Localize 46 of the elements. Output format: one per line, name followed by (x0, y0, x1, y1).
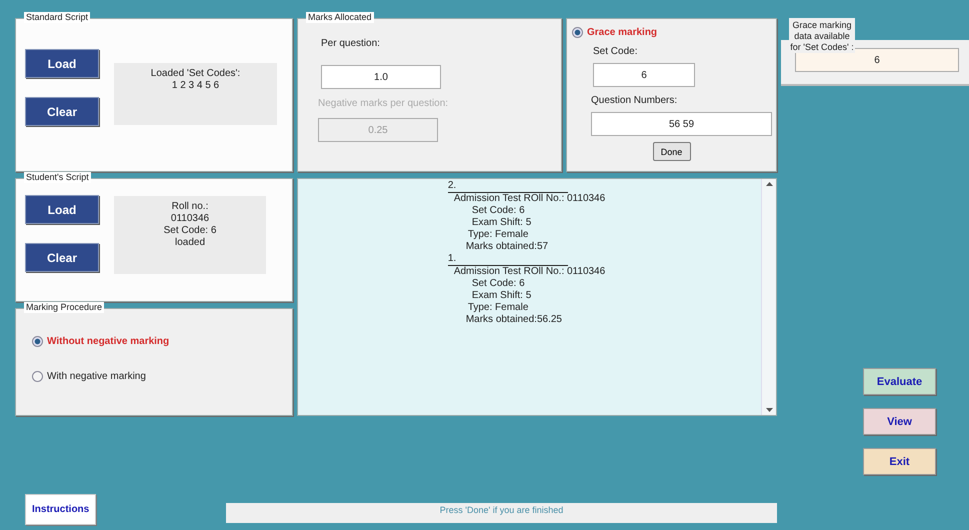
entry-number: 1. (448, 253, 568, 266)
set-code-field[interactable]: 6 (593, 63, 695, 87)
log-line: Exam Shift: 5 (472, 217, 532, 229)
field-label: Per question: (321, 38, 380, 49)
info-text: loaded (174, 237, 206, 249)
marking-option-radio[interactable]: Without negative marking (32, 336, 170, 347)
grace-data-label: Grace marking data available for 'Set Codes' : (789, 18, 855, 53)
question-numbers-field[interactable]: 56 59 (591, 112, 772, 136)
log-line: Admission Test ROll No.: 0110346 (454, 266, 606, 278)
info-text: 0110346 (170, 213, 210, 225)
log-line: Exam Shift: 5 (472, 290, 532, 302)
info-text: Set Code: 6 (164, 225, 216, 237)
scroll-down-icon[interactable] (766, 408, 772, 412)
clear-button[interactable]: Clear (25, 243, 99, 272)
entry-number: 2. (448, 180, 568, 193)
instructions-button[interactable]: Instructions (25, 494, 96, 525)
scroll-up-icon[interactable] (766, 182, 772, 186)
log-line: Set Code: 6 (472, 278, 525, 290)
info-text: Loaded 'Set Codes': (150, 68, 240, 80)
panel-title: Student's Script (24, 172, 91, 183)
field-label: Negative marks per question: (318, 98, 448, 109)
grace-marking-radio[interactable]: Grace marking (572, 27, 658, 38)
clear-button[interactable]: Clear (25, 97, 99, 126)
done-button[interactable]: Done (652, 142, 690, 161)
log-line: Admission Test ROll No.: 0110346 (454, 193, 606, 205)
action-button[interactable]: View (863, 408, 936, 435)
log-line: Set Code: 6 (472, 205, 525, 217)
log-line: Marks obtained:57 (466, 241, 548, 253)
panel-title: Marking Procedure (24, 302, 104, 313)
field-label: Set Code: (593, 46, 638, 57)
info-text: Roll no.: (172, 201, 208, 213)
scrollbar[interactable] (761, 179, 776, 415)
per-question-field[interactable]: 1.0 (321, 65, 441, 89)
field-label: Question Numbers: (591, 95, 678, 106)
load-button[interactable]: Load (25, 195, 99, 224)
panel-title: Marks Allocated (306, 12, 374, 23)
log-line: Type: Female (468, 302, 528, 314)
action-button[interactable]: Evaluate (863, 368, 936, 395)
panel-title: Standard Script (24, 12, 90, 23)
log-line: Marks obtained:56.25 (466, 314, 562, 326)
action-button[interactable]: Exit (863, 448, 936, 475)
log-line: Type: Female (468, 229, 528, 241)
status-message: Press 'Done' if you are finished (226, 503, 777, 523)
load-button[interactable]: Load (25, 49, 99, 78)
marking-option-radio[interactable]: With negative marking (32, 371, 146, 382)
info-text: 1 2 3 4 5 6 (172, 80, 220, 92)
